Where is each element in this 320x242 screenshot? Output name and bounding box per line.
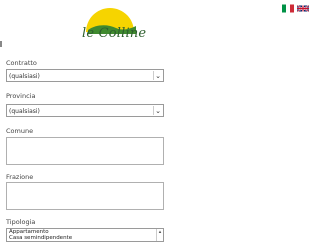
edge-marker (0, 41, 2, 47)
logo-name: le Colline (82, 26, 147, 41)
provincia-label: Provincia (6, 92, 36, 100)
scrollbar-up-icon[interactable]: ▴ (156, 229, 163, 241)
uk-flag-icon[interactable] (297, 4, 309, 13)
provincia-select[interactable]: (qualsiasi) ⌄ (6, 104, 164, 117)
comune-input[interactable] (6, 137, 164, 165)
contratto-label: Contratto (6, 59, 37, 67)
contratto-value: (qualsiasi) (9, 73, 40, 80)
contratto-select[interactable]: (qualsiasi) ⌄ (6, 69, 164, 82)
frazione-input[interactable] (6, 182, 164, 210)
provincia-value: (qualsiasi) (9, 108, 40, 115)
italy-flag-icon[interactable] (282, 4, 294, 13)
chevron-down-icon: ⌄ (153, 71, 162, 80)
tipologia-option[interactable]: Casa semindipendente (7, 235, 163, 241)
language-switcher (282, 4, 309, 13)
chevron-down-icon: ⌄ (153, 106, 162, 115)
frazione-label: Frazione (6, 173, 34, 181)
comune-label: Comune (6, 127, 34, 135)
tipologia-label: Tipologia (6, 218, 36, 226)
